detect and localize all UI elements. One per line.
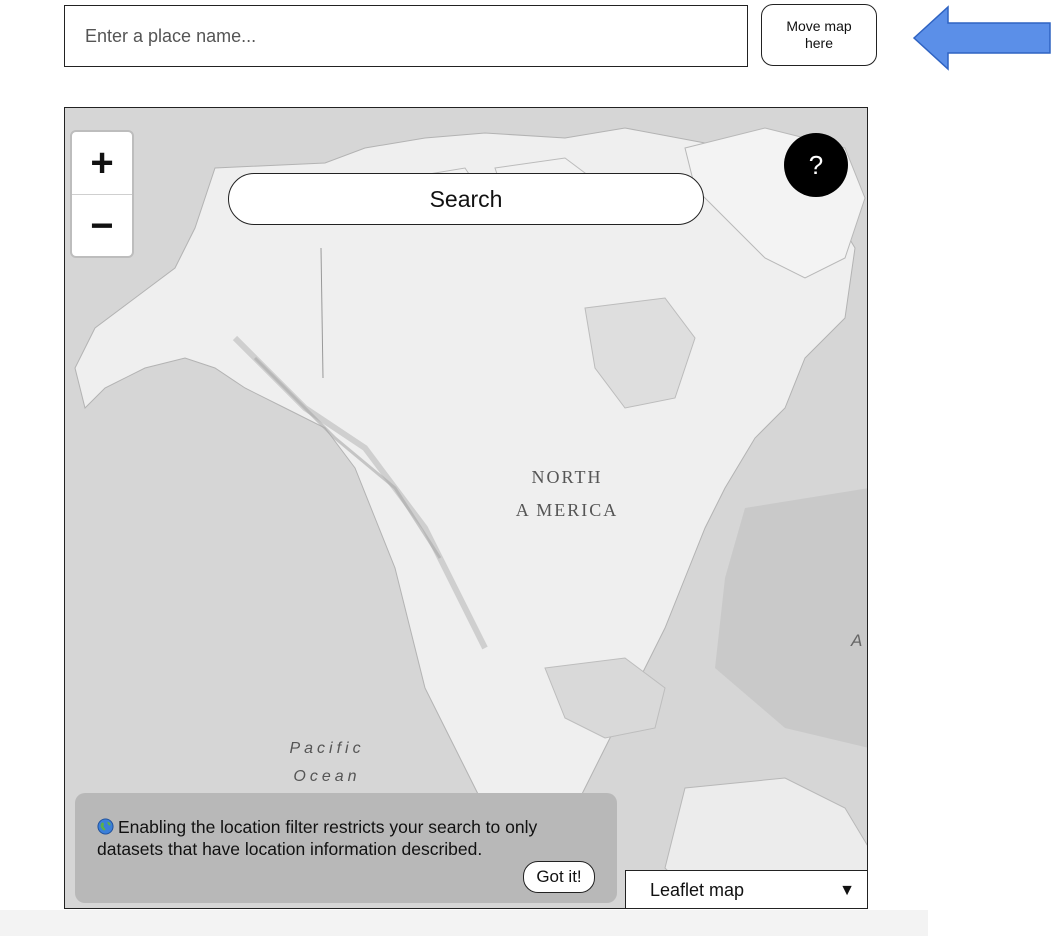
america-label: A MERICA: [515, 500, 619, 520]
place-name-placeholder: Enter a place name...: [85, 25, 257, 46]
zoom-out-button[interactable]: −: [72, 195, 132, 256]
basemap-select-value: Leaflet map: [650, 880, 745, 900]
move-map-button-label: Move map here: [786, 18, 852, 51]
ocean-label: Ocean: [293, 768, 361, 785]
help-button[interactable]: ?: [784, 133, 848, 197]
map-search-button[interactable]: Search: [228, 173, 704, 225]
toast-message: Enabling the location filter restricts y…: [97, 817, 538, 859]
pacific-ocean-label: Pacific Ocean: [277, 735, 377, 791]
location-filter-toast: Enabling the location filter restricts y…: [75, 793, 617, 903]
move-map-button[interactable]: Move map here: [761, 4, 877, 66]
place-name-input[interactable]: Enter a place name...: [64, 5, 748, 67]
bottom-bar: [0, 910, 928, 936]
page: Enter a place name... Move map here + − …: [0, 0, 1055, 936]
basemap-image: [65, 108, 867, 908]
globe-icon: [97, 818, 114, 835]
basemap-select[interactable]: Leaflet map ▼: [625, 870, 867, 908]
pacific-label: Pacific: [289, 740, 365, 757]
caret-down-icon: ▼: [839, 881, 855, 899]
atlantic-partial-label: A: [851, 631, 863, 650]
north-america-label: NORTH A MERICA: [497, 461, 637, 527]
got-it-button[interactable]: Got it!: [523, 861, 595, 893]
north-label: NORTH: [531, 467, 603, 487]
zoom-control: + −: [70, 130, 134, 258]
map-view[interactable]: + − Search ? NORTH A MERICA Pacific Ocea…: [64, 107, 868, 909]
zoom-in-button[interactable]: +: [72, 132, 132, 195]
left-arrow-icon: [912, 5, 1051, 71]
